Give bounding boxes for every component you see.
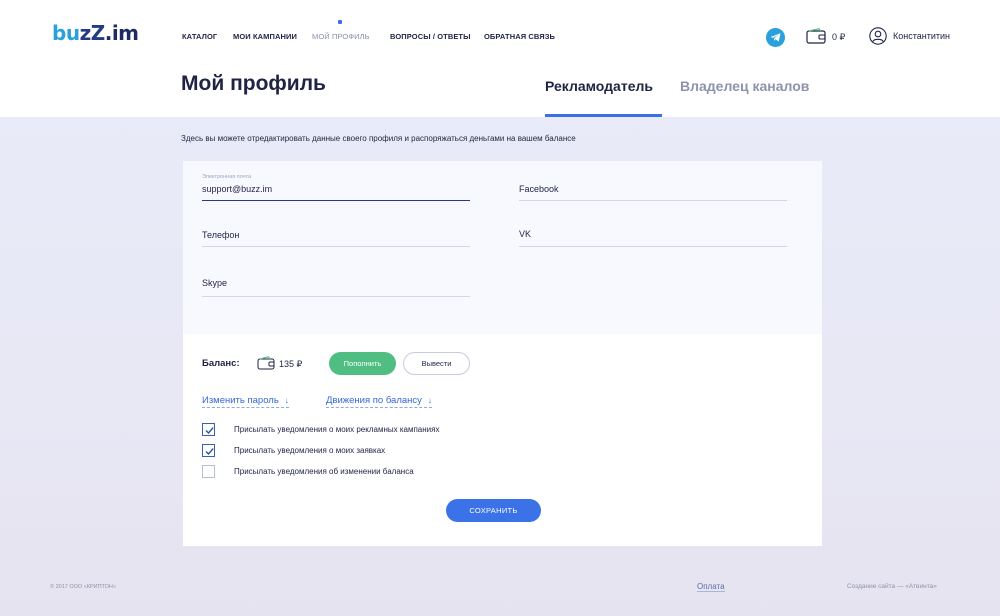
tab-advertiser[interactable]: Рекламодатель bbox=[545, 78, 653, 94]
telegram-icon[interactable] bbox=[766, 28, 785, 47]
skype-placeholder: Skype bbox=[202, 278, 228, 288]
email-value[interactable]: support@buzz.im bbox=[202, 184, 272, 194]
footer-payment-link[interactable]: Оплата bbox=[697, 582, 725, 592]
notify-requests-checkbox[interactable] bbox=[202, 444, 215, 457]
facebook-field[interactable]: Facebook bbox=[519, 184, 787, 202]
phone-field[interactable]: Телефон bbox=[202, 230, 470, 248]
vk-placeholder: VK bbox=[519, 229, 532, 239]
facebook-placeholder: Facebook bbox=[519, 184, 559, 194]
nav-item-profile[interactable]: Мой профиль bbox=[312, 32, 370, 41]
checkmark-icon bbox=[205, 448, 214, 456]
balance-label: Баланс: bbox=[202, 358, 240, 369]
facebook-underline bbox=[519, 200, 787, 201]
arrow-down-icon: ↓ bbox=[284, 396, 289, 405]
notify-campaigns-label: Присылать уведомления о моих рекламных к… bbox=[234, 425, 440, 434]
footer-copyright: © 2017 ООО «КРИПТОН» bbox=[50, 584, 116, 590]
skype-field[interactable]: Skype bbox=[202, 278, 470, 298]
wallet-icon[interactable] bbox=[806, 28, 826, 44]
save-button[interactable]: СОХРАНИТЬ bbox=[446, 499, 541, 522]
user-name[interactable]: Константитин bbox=[893, 31, 950, 41]
active-tab-underline bbox=[545, 114, 662, 117]
header-balance: 0 ₽ bbox=[832, 32, 846, 42]
nav-item-catalog[interactable]: Каталог bbox=[182, 32, 217, 41]
profile-fields: Электронная почта support@buzz.im Facebo… bbox=[183, 161, 822, 334]
notify-requests-label: Присылать уведомления о моих заявках bbox=[234, 446, 386, 455]
notify-balance-checkbox[interactable] bbox=[202, 465, 215, 478]
footer-credit[interactable]: Создание сайта — «Атвинта» bbox=[847, 583, 937, 590]
topup-button[interactable]: Пополнить bbox=[329, 352, 396, 375]
phone-underline bbox=[202, 246, 470, 247]
withdraw-button[interactable]: Вывести bbox=[403, 352, 470, 375]
notify-balance-label: Присылать уведомления об изменении балан… bbox=[234, 467, 414, 476]
phone-placeholder: Телефон bbox=[202, 230, 240, 240]
notify-campaigns-checkbox[interactable] bbox=[202, 423, 215, 436]
email-underline bbox=[202, 200, 470, 201]
vk-field[interactable]: VK bbox=[519, 229, 787, 247]
tab-channel-owner[interactable]: Владелец каналов bbox=[680, 78, 809, 94]
user-icon[interactable] bbox=[869, 27, 887, 45]
vk-underline bbox=[519, 246, 787, 247]
nav-item-feedback[interactable]: Обратная связь bbox=[484, 32, 555, 41]
checkmark-icon bbox=[205, 427, 214, 435]
balance-movements-link[interactable]: Движения по балансу ↓ bbox=[326, 395, 432, 408]
wallet-icon bbox=[257, 356, 275, 370]
change-password-link[interactable]: Изменить пароль ↓ bbox=[202, 395, 289, 408]
nav-item-faq[interactable]: Вопросы / ответы bbox=[390, 32, 471, 41]
page-title: Мой профиль bbox=[181, 72, 326, 95]
logo[interactable]: buzZ.im bbox=[52, 21, 139, 45]
email-label: Электронная почта bbox=[202, 174, 252, 180]
email-field[interactable]: Электронная почта support@buzz.im bbox=[202, 174, 470, 202]
top-header: buzZ.im Каталог Мои кампании Мой профиль… bbox=[0, 0, 1000, 117]
active-nav-indicator bbox=[338, 20, 342, 24]
profile-card: Электронная почта support@buzz.im Facebo… bbox=[183, 161, 822, 546]
nav-item-campaigns[interactable]: Мои кампании bbox=[233, 32, 297, 41]
page-description: Здесь вы можете отредактировать данные с… bbox=[181, 134, 576, 143]
balance-amount: 135 ₽ bbox=[279, 359, 303, 369]
skype-underline bbox=[202, 296, 470, 297]
arrow-down-icon: ↓ bbox=[427, 396, 432, 405]
